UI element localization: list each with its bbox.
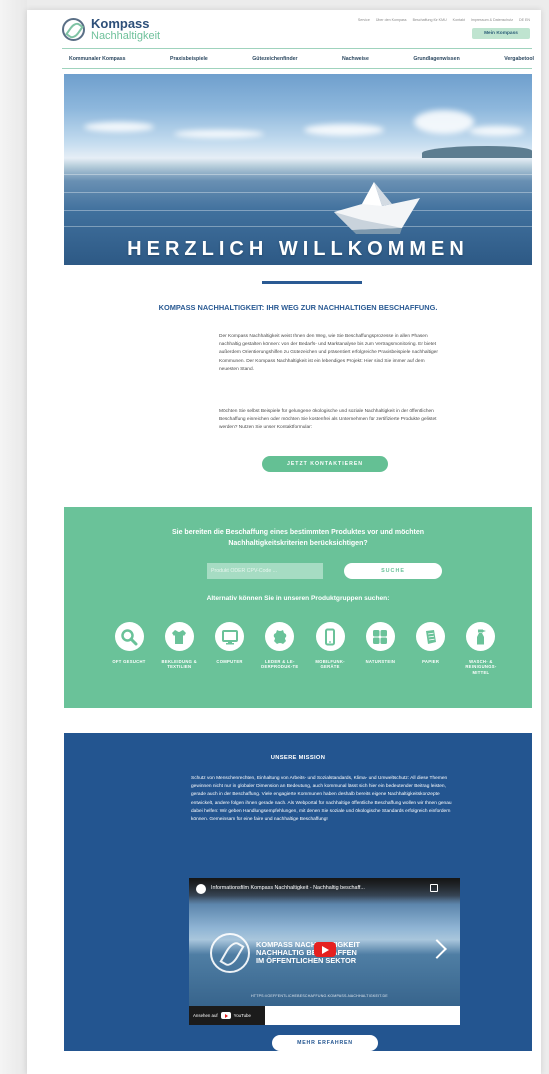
top-links: Service Über den Kompass Beschaffung für… [358, 18, 530, 22]
hero-title: HERZLICH WILLKOMMEN [127, 238, 469, 260]
page: Kompass Nachhaltigkeit Service Über den … [27, 10, 541, 1074]
category-label: WASCH- & REINIGUNGS-MITTEL [465, 659, 497, 675]
paper-icon [416, 622, 446, 651]
contact-button[interactable]: JETZT KONTAKTIEREN [262, 456, 388, 472]
top-link-service[interactable]: Service [358, 18, 370, 22]
leaf-logo-icon [62, 18, 85, 41]
spray-bottle-icon [466, 622, 496, 651]
nav-item-guetezeichenfinder[interactable]: Gütezeichenfinder [252, 56, 297, 62]
intro-heading: KOMPASS NACHHALTIGKEIT: IHR WEG ZUR NACH… [158, 303, 438, 312]
search-button[interactable]: SUCHE [344, 563, 442, 579]
mein-kompass-button[interactable]: Mein Kompass [472, 28, 530, 39]
magnifier-icon [114, 622, 144, 651]
category-label: COMPUTER [216, 659, 243, 664]
language-switch[interactable]: DE EN [519, 18, 530, 22]
channel-avatar[interactable] [196, 884, 206, 894]
product-heading: Sie bereiten die Beschaffung eines besti… [171, 529, 425, 547]
leather-icon [265, 622, 295, 651]
top-link-contact[interactable]: Kontakt [453, 18, 465, 22]
video-overlay-text: KOMPASS NACHHALTIGKEIT NACHHALTIG BESCHA… [256, 940, 361, 965]
top-link-imprint[interactable]: Impressum & Datenschutz [471, 18, 513, 22]
category-label: NATURSTEIN [365, 659, 396, 664]
video-url: HTTPS://OEFFENTLICHEBESCHAFFUNG.KOMPASS-… [251, 994, 388, 998]
category-label: BEKLEIDUNG & TEXTILIEN [161, 659, 198, 670]
shirt-icon [164, 622, 194, 651]
mission-paragraph: Schutz von Menschenrechten, Einhaltung v… [191, 776, 452, 823]
video-player[interactable]: Informationsfilm Kompass Nachhaltigkeit … [189, 878, 460, 1025]
product-search-section: Sie bereiten die Beschaffung eines besti… [64, 507, 532, 708]
accent-bar [262, 281, 362, 284]
youtube-label: YouTube [233, 1013, 251, 1018]
kompass-logo-icon [210, 933, 250, 973]
mission-heading: UNSERE MISSION [270, 755, 326, 761]
logo-title: Kompass [91, 16, 150, 31]
category-computer[interactable]: COMPUTER [208, 622, 252, 675]
category-wasch-reinigungsmittel[interactable]: WASCH- & REINIGUNGS-MITTEL [459, 622, 503, 675]
top-link-about[interactable]: Über den Kompass [376, 18, 407, 22]
category-mobilfunk[interactable]: MOBILFUNK-GERÄTE [308, 622, 352, 675]
island [422, 146, 532, 158]
monitor-icon [215, 622, 245, 651]
logo-subtitle: Nachhaltigkeit [91, 30, 161, 42]
nav-item-kommunaler-kompass[interactable]: Kommunaler Kompass [69, 56, 126, 62]
play-icon[interactable] [314, 942, 336, 957]
youtube-icon [220, 1012, 231, 1019]
category-label: LEDER & LE-DERPRODUK-TE [261, 659, 299, 670]
category-oft-gesucht[interactable]: OFT GESUCHT [107, 622, 151, 675]
nav-item-praxisbeispiele[interactable]: Praxisbeispiele [170, 56, 208, 62]
category-label: MOBILFUNK-GERÄTE [315, 659, 345, 670]
intro-paragraph-1: Der Kompass Nachhaltigkeit weist Ihnen d… [219, 334, 438, 372]
video-title[interactable]: Informationsfilm Kompass Nachhaltigkeit … [211, 885, 365, 891]
logo[interactable]: Kompass Nachhaltigkeit [62, 17, 160, 42]
intro-paragraph-2: Möchten Sie selbst Beispiele für gelunge… [219, 409, 437, 431]
category-bekleidung[interactable]: BEKLEIDUNG & TEXTILIEN [157, 622, 201, 675]
background-left [0, 0, 27, 1074]
main-nav: Kommunaler Kompass Praxisbeispiele Gütez… [57, 56, 541, 62]
divider [62, 48, 532, 49]
nav-item-grundlagenwissen[interactable]: Grundlagenwissen [413, 56, 459, 62]
paper-boat-image [334, 182, 420, 234]
copy-link-icon[interactable] [430, 884, 438, 892]
divider [62, 68, 532, 69]
top-link-kmu[interactable]: Beschaffung für KMU [413, 18, 447, 22]
nav-item-vergabetool[interactable]: Vergabetool [504, 56, 534, 62]
category-label: OFT GESUCHT [112, 659, 146, 664]
hero-banner: HERZLICH WILLKOMMEN [64, 74, 532, 265]
product-groups-label: Alternativ können Sie in unseren Produkt… [206, 595, 390, 602]
category-list: OFT GESUCHT BEKLEIDUNG & TEXTILIEN COMPU… [107, 622, 503, 675]
stone-icon [365, 622, 395, 651]
category-leder[interactable]: LEDER & LE-DERPRODUK-TE [258, 622, 302, 675]
category-label: PAPIER [422, 659, 440, 664]
mission-section: UNSERE MISSION Schutz von Menschenrechte… [64, 733, 532, 1051]
watch-on-label: Ansehen auf [193, 1013, 218, 1018]
phone-icon [315, 622, 345, 651]
nav-item-nachweise[interactable]: Nachweise [342, 56, 369, 62]
category-naturstein[interactable]: NATURSTEIN [358, 622, 402, 675]
more-button[interactable]: MEHR ERFAHREN [272, 1035, 378, 1051]
category-papier[interactable]: PAPIER [409, 622, 453, 675]
watch-on-youtube-button[interactable]: Ansehen auf YouTube [189, 1006, 265, 1025]
product-search-input[interactable]: Produkt ODER CPV-Code ... [207, 563, 323, 579]
